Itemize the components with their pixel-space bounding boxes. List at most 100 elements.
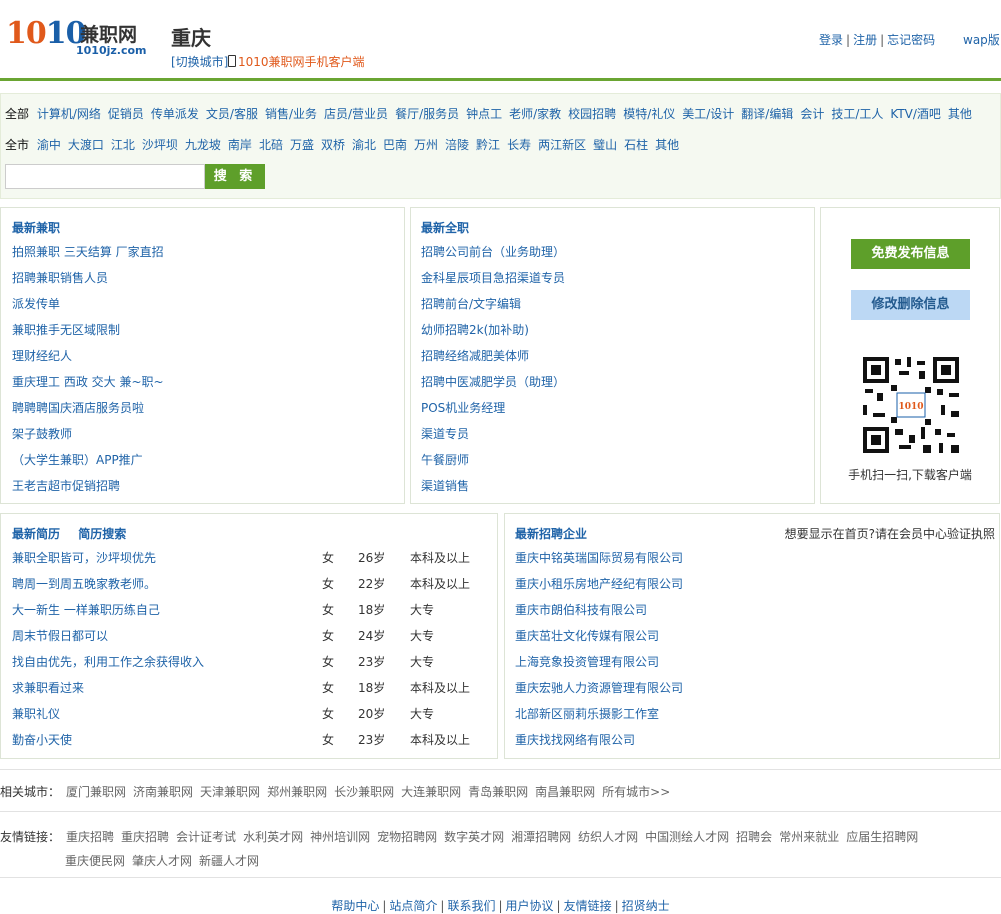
wap-link[interactable]: wap版	[963, 31, 1000, 48]
parttime-job-link[interactable]: 拍照兼职 三天结算 厂家直招	[12, 245, 164, 259]
parttime-job-link[interactable]: 架子鼓教师	[12, 427, 72, 441]
area-link[interactable]: 渝北	[352, 138, 376, 152]
area-link[interactable]: 渝中	[37, 138, 61, 152]
resume-title-link[interactable]: 勤奋小天使	[12, 727, 72, 753]
category-link[interactable]: 计算机/网络	[37, 107, 101, 121]
parttime-job-link[interactable]: 招聘兼职销售人员	[12, 271, 108, 285]
category-link[interactable]: 文员/客服	[206, 107, 258, 121]
fulltime-job-link[interactable]: 招聘前台/文字编辑	[421, 297, 521, 311]
related-city-link[interactable]: 天津兼职网	[200, 785, 260, 799]
mobile-client-link[interactable]: 1010兼职网手机客户端	[228, 53, 365, 70]
area-link[interactable]: 南岸	[228, 138, 252, 152]
fulltime-job-link[interactable]: 渠道专员	[421, 427, 469, 441]
category-link[interactable]: 促销员	[108, 107, 144, 121]
area-all[interactable]: 全市	[5, 138, 29, 152]
resume-title-link[interactable]: 大一新生 一样兼职历练自己	[12, 597, 160, 623]
category-all[interactable]: 全部	[5, 107, 29, 121]
company-link[interactable]: 重庆中铭英瑞国际贸易有限公司	[515, 551, 683, 565]
parttime-job-link[interactable]: 重庆理工 西政 交大 兼~职~	[12, 375, 164, 389]
friend-link[interactable]: 应届生招聘网	[846, 830, 918, 844]
area-link[interactable]: 黔江	[476, 138, 500, 152]
category-link[interactable]: 其他	[948, 107, 972, 121]
related-city-link[interactable]: 厦门兼职网	[66, 785, 126, 799]
area-link[interactable]: 石柱	[624, 138, 648, 152]
company-link[interactable]: 上海竞象投资管理有限公司	[515, 655, 659, 669]
footer-link[interactable]: 友情链接	[564, 899, 612, 913]
parttime-job-link[interactable]: （大学生兼职）APP推广	[12, 453, 143, 467]
category-link[interactable]: 销售/业务	[265, 107, 317, 121]
area-link[interactable]: 大渡口	[68, 138, 104, 152]
category-link[interactable]: 会计	[800, 107, 824, 121]
company-link[interactable]: 北部新区丽莉乐摄影工作室	[515, 707, 659, 721]
fulltime-job-link[interactable]: 午餐厨师	[421, 453, 469, 467]
related-city-link[interactable]: 青岛兼职网	[468, 785, 528, 799]
company-link[interactable]: 重庆市朗伯科技有限公司	[515, 603, 647, 617]
fulltime-job-link[interactable]: 渠道销售	[421, 479, 469, 493]
parttime-job-link[interactable]: 派发传单	[12, 297, 60, 311]
related-city-link[interactable]: 所有城市>>	[602, 785, 670, 799]
area-link[interactable]: 涪陵	[445, 138, 469, 152]
area-link[interactable]: 其他	[655, 138, 679, 152]
area-link[interactable]: 巴南	[383, 138, 407, 152]
company-link[interactable]: 重庆茁壮文化传媒有限公司	[515, 629, 659, 643]
footer-link[interactable]: 用户协议	[506, 899, 554, 913]
forgot-password-link[interactable]: 忘记密码	[887, 33, 935, 47]
friend-link[interactable]: 神州培训网	[310, 830, 370, 844]
resume-search-link[interactable]: 简历搜索	[78, 527, 126, 541]
category-link[interactable]: 模特/礼仪	[623, 107, 675, 121]
area-link[interactable]: 长寿	[507, 138, 531, 152]
company-link[interactable]: 重庆宏驰人力资源管理有限公司	[515, 681, 683, 695]
search-input[interactable]	[5, 164, 205, 189]
category-link[interactable]: 翻译/编辑	[741, 107, 793, 121]
footer-link[interactable]: 招贤纳士	[622, 899, 670, 913]
fulltime-job-link[interactable]: 招聘公司前台（业务助理）	[421, 245, 565, 259]
parttime-job-link[interactable]: 理财经纪人	[12, 349, 72, 363]
related-city-link[interactable]: 济南兼职网	[133, 785, 193, 799]
category-link[interactable]: 校园招聘	[568, 107, 616, 121]
resume-title-link[interactable]: 聘周一到周五晚家教老师。	[12, 571, 156, 597]
search-button[interactable]: 搜 索	[205, 164, 265, 189]
related-city-link[interactable]: 南昌兼职网	[535, 785, 595, 799]
category-link[interactable]: 传单派发	[151, 107, 199, 121]
friend-link[interactable]: 纺织人才网	[578, 830, 638, 844]
friend-link[interactable]: 重庆招聘	[121, 830, 169, 844]
friend-link[interactable]: 数字英才网	[444, 830, 504, 844]
category-link[interactable]: 钟点工	[466, 107, 502, 121]
friend-link[interactable]: 肇庆人才网	[132, 854, 192, 868]
footer-link[interactable]: 联系我们	[447, 899, 495, 913]
login-link[interactable]: 登录	[819, 33, 843, 47]
friend-link[interactable]: 中国测绘人才网	[645, 830, 729, 844]
resume-title-link[interactable]: 兼职礼仪	[12, 701, 60, 727]
area-link[interactable]: 沙坪坝	[142, 138, 178, 152]
category-link[interactable]: 店员/营业员	[324, 107, 388, 121]
category-link[interactable]: 餐厅/服务员	[395, 107, 459, 121]
parttime-job-link[interactable]: 王老吉超市促销招聘	[12, 479, 120, 493]
footer-link[interactable]: 帮助中心	[331, 899, 379, 913]
area-link[interactable]: 万州	[414, 138, 438, 152]
category-link[interactable]: KTV/酒吧	[890, 107, 941, 121]
edit-delete-button[interactable]: 修改删除信息	[851, 290, 970, 320]
resume-title-link[interactable]: 求兼职看过来	[12, 675, 84, 701]
register-link[interactable]: 注册	[853, 33, 877, 47]
category-link[interactable]: 老师/家教	[509, 107, 561, 121]
parttime-job-link[interactable]: 聘聘聘国庆酒店服务员啦	[12, 401, 144, 415]
resume-title-link[interactable]: 兼职全职皆可，沙坪坝优先	[12, 545, 156, 571]
area-link[interactable]: 九龙坡	[185, 138, 221, 152]
area-link[interactable]: 璧山	[593, 138, 617, 152]
friend-link[interactable]: 重庆招聘	[66, 830, 114, 844]
fulltime-job-link[interactable]: 幼师招聘2k(加补助)	[421, 323, 529, 337]
friend-link[interactable]: 常州来就业	[779, 830, 839, 844]
friend-link[interactable]: 新疆人才网	[199, 854, 259, 868]
friend-link[interactable]: 会计证考试	[176, 830, 236, 844]
area-link[interactable]: 两江新区	[538, 138, 586, 152]
publish-button[interactable]: 免费发布信息	[851, 239, 970, 269]
company-link[interactable]: 重庆找找网络有限公司	[515, 733, 635, 747]
footer-link[interactable]: 站点简介	[389, 899, 437, 913]
switch-city-link[interactable]: [切换城市]	[171, 53, 228, 70]
friend-link[interactable]: 招聘会	[736, 830, 772, 844]
company-link[interactable]: 重庆小租乐房地产经纪有限公司	[515, 577, 683, 591]
fulltime-job-link[interactable]: 招聘中医减肥学员（助理）	[421, 375, 565, 389]
area-link[interactable]: 万盛	[290, 138, 314, 152]
resume-title-link[interactable]: 周末节假日都可以	[12, 623, 108, 649]
fulltime-job-link[interactable]: POS机业务经理	[421, 401, 505, 415]
